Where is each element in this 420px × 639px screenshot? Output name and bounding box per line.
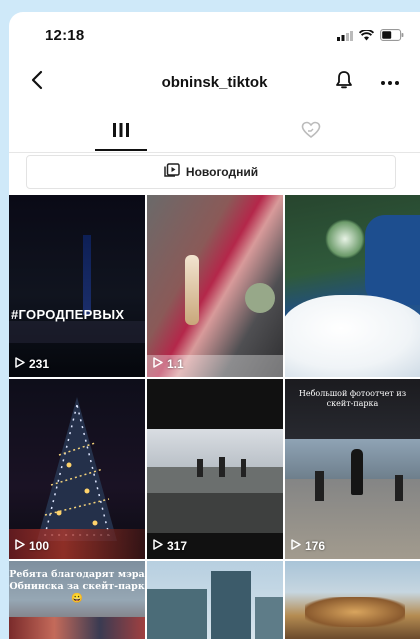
view-count-value: 176 <box>305 539 326 553</box>
playlist-icon <box>164 162 180 182</box>
video-thumbnail[interactable]: Ребята благодарят мэра Обнинска за скейт… <box>9 561 145 639</box>
play-icon <box>153 539 163 553</box>
person-shape <box>395 475 403 501</box>
play-icon <box>291 539 301 553</box>
crowd-shape <box>9 617 145 639</box>
tower-shape <box>83 235 91 315</box>
building-shape <box>255 597 283 639</box>
signal-icon <box>337 30 353 41</box>
person-shape <box>315 471 324 501</box>
video-thumbnail[interactable]: #ГОРОДПЕРВЫХ 231 <box>9 195 145 377</box>
video-thumbnail[interactable] <box>147 561 283 639</box>
video-thumbnail[interactable]: 317 <box>147 379 283 559</box>
view-count-value: 231 <box>29 357 50 371</box>
heart-hand-icon <box>301 121 321 144</box>
playlist-chip[interactable]: Новогодний <box>26 155 396 189</box>
status-bar: 12:18 <box>9 12 420 58</box>
view-count-value: 317 <box>167 539 188 553</box>
street-shape <box>147 467 283 493</box>
play-icon <box>15 539 25 553</box>
video-thumbnail[interactable] <box>285 195 420 377</box>
building-shape <box>211 571 251 639</box>
more-dots-icon <box>380 73 400 91</box>
video-caption: Ребята благодарят мэра Обнинска за скейт… <box>9 569 145 604</box>
status-time: 12:18 <box>45 27 85 44</box>
highlight-shape <box>185 255 199 325</box>
notifications-button[interactable] <box>330 68 358 96</box>
bell-icon <box>335 70 353 95</box>
christmas-tree <box>37 397 117 541</box>
battery-icon <box>380 29 404 41</box>
sky-shape <box>147 429 283 469</box>
view-count: 1.1 <box>153 357 184 371</box>
person-shape <box>241 459 246 477</box>
video-thumbnail[interactable]: 1.1 <box>147 195 283 377</box>
view-count: 100 <box>15 539 49 553</box>
active-tab-indicator <box>95 149 147 151</box>
person-shape <box>219 457 225 477</box>
wifi-icon <box>359 29 374 41</box>
snow-shape <box>285 295 420 377</box>
ground-shape <box>147 493 283 533</box>
foliage-shape <box>305 597 405 627</box>
status-icons <box>337 29 404 41</box>
more-button[interactable] <box>376 68 404 96</box>
tabs-divider <box>9 152 420 153</box>
play-icon <box>153 357 163 371</box>
view-count-value: 1.1 <box>167 357 184 371</box>
video-overlay-text: #ГОРОДПЕРВЫХ <box>11 307 125 322</box>
video-thumbnail[interactable]: Небольшой фотоотчет из скейт-парка 176 <box>285 379 420 559</box>
phone-screen: 12:18 obninsk_tiktok Новогодний #ГОРОДПЕ… <box>9 12 420 639</box>
tab-liked[interactable] <box>281 112 341 152</box>
video-thumbnail[interactable] <box>285 561 420 639</box>
ground-shape <box>9 321 145 343</box>
person-shape <box>197 459 203 477</box>
view-count: 317 <box>153 539 187 553</box>
building-shape <box>147 589 207 639</box>
play-icon <box>15 357 25 371</box>
playlist-label: Новогодний <box>185 165 259 179</box>
view-count-value: 100 <box>29 539 50 553</box>
branch-shape <box>325 219 365 259</box>
video-thumbnail[interactable]: 100 <box>9 379 145 559</box>
video-caption: Небольшой фотоотчет из скейт-парка <box>298 389 407 408</box>
tab-videos[interactable] <box>91 112 151 152</box>
profile-tabs <box>9 112 420 152</box>
view-count: 176 <box>291 539 325 553</box>
view-count: 231 <box>15 357 49 371</box>
ornament-shape <box>365 215 420 305</box>
person-shape <box>351 449 363 495</box>
blur-circle <box>245 283 275 313</box>
page-title: obninsk_tiktok <box>161 74 268 91</box>
profile-header: obninsk_tiktok <box>9 64 420 104</box>
grid-icon <box>112 122 130 143</box>
